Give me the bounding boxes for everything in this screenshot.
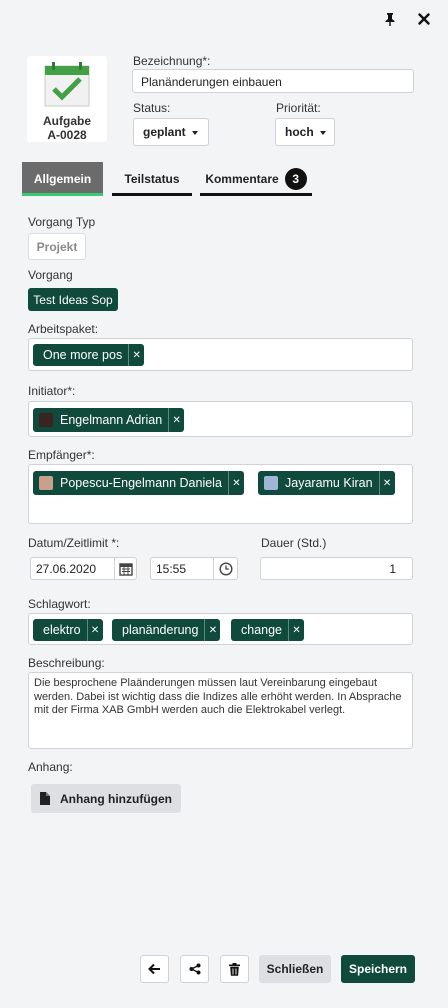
close-icon[interactable]: [415, 10, 433, 28]
comment-count-badge: 3: [284, 168, 307, 190]
file-icon: [40, 792, 50, 805]
date-field[interactable]: 27.06.2020: [30, 557, 137, 580]
initiator-chip: Engelmann Adrian ✕: [33, 408, 185, 432]
time-input[interactable]: 15:55: [151, 558, 213, 579]
schlagwort-field[interactable]: elektro ✕ planänderung ✕ change ✕: [28, 613, 413, 645]
datum-label: Datum/Zeitlimit *:: [28, 536, 120, 550]
chip-label: One more pos: [43, 348, 123, 362]
share-icon: [189, 963, 201, 975]
chevron-down-icon: [319, 131, 326, 135]
arbeitspaket-chip: One more pos ✕: [33, 344, 145, 366]
chip-label: planänderung: [122, 623, 199, 637]
chip-label: Engelmann Adrian: [60, 413, 163, 427]
tab-allgemein-label: Allgemein: [33, 172, 92, 186]
status-select[interactable]: geplant: [133, 118, 209, 146]
remove-icon[interactable]: ✕: [288, 619, 304, 641]
remove-icon[interactable]: ✕: [204, 619, 220, 641]
clock-icon[interactable]: [213, 558, 237, 579]
empfaenger-field[interactable]: Popescu-Engelmann Daniela ✕ Jayaramu Kir…: [28, 464, 413, 524]
prioritaet-label: Priorität:: [276, 101, 321, 115]
status-label: Status:: [133, 101, 171, 115]
chip-label: change: [241, 623, 283, 637]
anhang-button-label: Anhang hinzufügen: [60, 791, 172, 806]
initiator-label: Initiator*:: [28, 384, 76, 398]
calendar-icon[interactable]: [114, 558, 136, 579]
avatar: [39, 476, 53, 490]
delete-button[interactable]: [220, 955, 249, 983]
remove-icon[interactable]: ✕: [168, 408, 184, 432]
avatar: [264, 476, 278, 490]
calendar-check-icon: [43, 60, 91, 108]
schlagwort-chip: elektro ✕: [33, 619, 103, 641]
beschreibung-label: Beschreibung:: [28, 656, 105, 670]
bezeichnung-input[interactable]: Planänderungen einbauen: [132, 69, 414, 93]
arbeitspaket-field[interactable]: One more pos ✕: [28, 338, 413, 371]
beschreibung-textarea[interactable]: Die besprochene Plaänderungen müssen lau…: [28, 672, 413, 749]
remove-icon[interactable]: ✕: [86, 619, 103, 641]
arrow-left-icon: [148, 963, 161, 975]
dauer-input[interactable]: 1: [260, 557, 413, 580]
schlagwort-chip: change ✕: [231, 619, 305, 641]
pin-icon[interactable]: [381, 10, 399, 28]
chip-label: Jayaramu Kiran: [285, 476, 373, 490]
date-input[interactable]: 27.06.2020: [31, 558, 114, 579]
dauer-label: Dauer (Std.): [261, 536, 327, 550]
anhang-label: Anhang:: [28, 760, 73, 774]
task-card: Aufgabe A-0028: [27, 56, 107, 142]
back-button[interactable]: [140, 955, 169, 983]
remove-icon[interactable]: ✕: [227, 471, 244, 495]
vorgang-typ-label: Vorgang Typ: [28, 215, 96, 229]
arbeitspaket-label: Arbeitspaket:: [28, 322, 99, 336]
status-value: geplant: [143, 125, 186, 139]
remove-icon[interactable]: ✕: [128, 344, 144, 366]
prioritaet-value: hoch: [285, 125, 314, 139]
task-type-label: Aufgabe: [43, 114, 91, 128]
avatar: [39, 413, 53, 427]
schlagwort-chip: planänderung ✕: [112, 619, 221, 641]
bezeichnung-label: Bezeichnung*:: [133, 54, 211, 68]
tab-teilstatus[interactable]: Teilstatus: [112, 162, 192, 196]
chip-label: elektro: [43, 623, 81, 637]
tab-teilstatus-label: Teilstatus: [124, 172, 180, 186]
prioritaet-select[interactable]: hoch: [275, 118, 335, 146]
empfaenger-label: Empfänger*:: [28, 448, 95, 462]
schlagwort-label: Schlagwort:: [28, 597, 91, 611]
schliessen-button[interactable]: Schließen: [259, 955, 331, 983]
initiator-field[interactable]: Engelmann Adrian ✕: [28, 401, 413, 437]
tab-kommentare[interactable]: Kommentare 3: [200, 162, 312, 196]
tab-allgemein[interactable]: Allgemein: [22, 162, 103, 196]
vorgang-button[interactable]: Test Ideas Sop: [28, 288, 118, 311]
speichern-button[interactable]: Speichern: [341, 955, 415, 983]
chip-label: Popescu-Engelmann Daniela: [60, 476, 222, 490]
remove-icon[interactable]: ✕: [378, 471, 395, 495]
tab-kommentare-label: Kommentare: [205, 172, 279, 186]
share-button[interactable]: [180, 955, 209, 983]
empfaenger-chip: Jayaramu Kiran ✕: [258, 471, 395, 495]
anhang-hinzufuegen-button[interactable]: Anhang hinzufügen: [31, 784, 181, 813]
task-id: A-0028: [47, 128, 87, 142]
vorgang-label: Vorgang: [28, 268, 73, 282]
trash-icon: [229, 962, 240, 976]
vorgang-typ-button[interactable]: Projekt: [28, 233, 86, 260]
empfaenger-chip: Popescu-Engelmann Daniela ✕: [33, 471, 244, 495]
chevron-down-icon: [191, 131, 198, 135]
time-field[interactable]: 15:55: [150, 557, 238, 580]
